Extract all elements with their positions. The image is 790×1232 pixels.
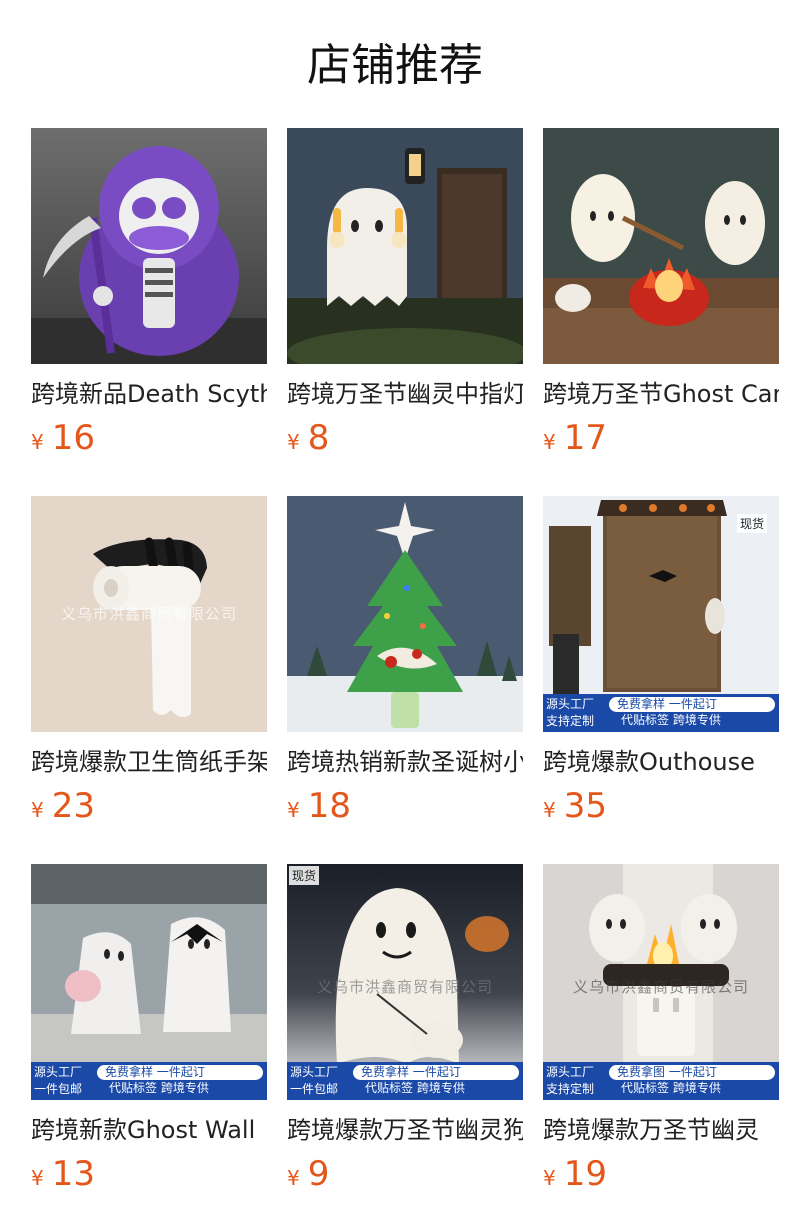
promo-right: 免费拿图 一件起订 代贴标签 跨境专供: [609, 1065, 775, 1097]
currency-symbol: ¥: [543, 1166, 556, 1190]
currency-symbol: ¥: [287, 1166, 300, 1190]
product-card[interactable]: 现货 源头工厂 支持定制 免费拿样 一件起订 代贴标签 跨境专供 跨境爆款Out…: [543, 496, 779, 864]
promo-left: 源头工厂 支持定制: [543, 694, 605, 732]
promo-line: 支持定制: [546, 714, 595, 728]
promo-line: 源头工厂: [34, 1065, 83, 1079]
currency-symbol: ¥: [287, 430, 300, 454]
product-price: ¥17: [543, 418, 779, 458]
promo-pill: 免费拿样 一件起订: [97, 1065, 263, 1080]
product-image[interactable]: [31, 128, 267, 364]
price-value: 23: [51, 786, 95, 826]
promo-left: 源头工厂 支持定制: [543, 1062, 605, 1100]
product-image[interactable]: [543, 128, 779, 364]
promo-pill: 免费拿样 一件起订: [353, 1065, 519, 1080]
currency-symbol: ¥: [287, 798, 300, 822]
promo-sub: 代贴标签 跨境专供: [109, 1081, 209, 1095]
product-name[interactable]: 跨境万圣节幽灵中指灯: [287, 378, 523, 410]
price-value: 16: [51, 418, 95, 458]
product-name[interactable]: 跨境新品Death Scythe: [31, 378, 267, 410]
promo-line: 支持定制: [546, 1082, 595, 1096]
product-name[interactable]: 跨境热销新款圣诞树小夜灯: [287, 746, 523, 778]
product-image[interactable]: 义乌市洪鑫商贸有限公司 源头工厂 支持定制 免费拿图 一件起订 代贴标签 跨境专…: [543, 864, 779, 1100]
product-grid: 跨境新品Death Scythe ¥16 跨境万圣节幽灵中指灯 ¥ 8 跨境万圣…: [31, 128, 779, 1232]
product-image[interactable]: 现货 源头工厂 支持定制 免费拿样 一件起订 代贴标签 跨境专供: [543, 496, 779, 732]
product-name[interactable]: 跨境爆款万圣节幽灵: [543, 1114, 779, 1146]
price-value: 13: [51, 1154, 95, 1194]
product-card[interactable]: 义乌市洪鑫商贸有限公司 跨境爆款卫生筒纸手架 ¥23: [31, 496, 267, 864]
product-name[interactable]: 跨境爆款万圣节幽灵狗: [287, 1114, 523, 1146]
currency-symbol: ¥: [543, 798, 556, 822]
page-title: 店铺推荐: [307, 40, 483, 91]
currency-symbol: ¥: [31, 1166, 44, 1190]
product-price: ¥9: [287, 1154, 523, 1194]
promo-sub: 代贴标签 跨境专供: [621, 713, 721, 727]
product-price: ¥13: [31, 1154, 267, 1194]
product-image[interactable]: 义乌市洪鑫商贸有限公司: [31, 496, 267, 732]
product-price: ¥18: [287, 786, 523, 826]
currency-symbol: ¥: [31, 430, 44, 454]
promo-banner: 源头工厂 支持定制 免费拿样 一件起订 代贴标签 跨境专供: [543, 694, 779, 732]
in-stock-tag: 现货: [289, 866, 320, 885]
product-card[interactable]: 源头工厂 一件包邮 免费拿样 一件起订 代贴标签 跨境专供 跨境新款Ghost …: [31, 864, 267, 1232]
product-image[interactable]: [287, 496, 523, 732]
promo-line: 源头工厂: [546, 697, 595, 711]
currency-symbol: ¥: [31, 798, 44, 822]
promo-right: 免费拿样 一件起订 代贴标签 跨境专供: [609, 697, 775, 729]
promo-line: 一件包邮: [34, 1082, 83, 1096]
product-price: ¥8: [287, 418, 523, 458]
product-card[interactable]: 跨境万圣节Ghost Campfire ¥17: [543, 128, 779, 496]
product-card[interactable]: 跨境万圣节幽灵中指灯 ¥8: [287, 128, 523, 496]
product-image[interactable]: [287, 128, 523, 364]
product-card[interactable]: 义乌市洪鑫商贸有限公司 源头工厂 支持定制 免费拿图 一件起订 代贴标签 跨境专…: [543, 864, 779, 1232]
price-value: 35: [563, 786, 607, 826]
product-price: ¥19: [543, 1154, 779, 1194]
currency-symbol: ¥: [543, 430, 556, 454]
product-name[interactable]: 跨境爆款Outhouse: [543, 746, 779, 778]
promo-left: 源头工厂 一件包邮: [31, 1062, 93, 1100]
price-value: 9: [307, 1154, 330, 1194]
product-image[interactable]: 现货 义乌市洪鑫商贸有限公司 源头工厂 一件包邮 免费拿样 一件起订 代贴标签 …: [287, 864, 523, 1100]
product-price: ¥23: [31, 786, 267, 826]
product-image[interactable]: 源头工厂 一件包邮 免费拿样 一件起订 代贴标签 跨境专供: [31, 864, 267, 1100]
promo-pill: 免费拿样 一件起订: [609, 697, 775, 712]
promo-pill: 免费拿图 一件起订: [609, 1065, 775, 1080]
in-stock-tag: 现货: [736, 514, 767, 533]
promo-banner: 源头工厂 一件包邮 免费拿样 一件起订 代贴标签 跨境专供: [31, 1062, 267, 1100]
promo-sub: 代贴标签 跨境专供: [365, 1081, 465, 1095]
product-card[interactable]: 现货 义乌市洪鑫商贸有限公司 源头工厂 一件包邮 免费拿样 一件起订 代贴标签 …: [287, 864, 523, 1232]
product-name[interactable]: 跨境万圣节Ghost Campfire: [543, 378, 779, 410]
promo-banner: 源头工厂 一件包邮 免费拿样 一件起订 代贴标签 跨境专供: [287, 1062, 523, 1100]
promo-right: 免费拿样 一件起订 代贴标签 跨境专供: [97, 1065, 263, 1097]
product-card[interactable]: 跨境热销新款圣诞树小夜灯 ¥18: [287, 496, 523, 864]
promo-right: 免费拿样 一件起订 代贴标签 跨境专供: [353, 1065, 519, 1097]
product-name[interactable]: 跨境爆款卫生筒纸手架: [31, 746, 267, 778]
promo-left: 源头工厂 一件包邮: [287, 1062, 349, 1100]
price-value: 17: [563, 418, 607, 458]
promo-banner: 源头工厂 支持定制 免费拿图 一件起订 代贴标签 跨境专供: [543, 1062, 779, 1100]
product-card[interactable]: 跨境新品Death Scythe ¥16: [31, 128, 267, 496]
product-price: ¥35: [543, 786, 779, 826]
promo-line: 源头工厂: [546, 1065, 595, 1079]
promo-line: 一件包邮: [290, 1082, 339, 1096]
price-value: 8: [307, 418, 330, 458]
promo-line: 源头工厂: [290, 1065, 339, 1079]
price-value: 18: [307, 786, 351, 826]
price-value: 19: [563, 1154, 607, 1194]
product-price: ¥16: [31, 418, 267, 458]
product-name[interactable]: 跨境新款Ghost Wall: [31, 1114, 267, 1146]
promo-sub: 代贴标签 跨境专供: [621, 1081, 721, 1095]
